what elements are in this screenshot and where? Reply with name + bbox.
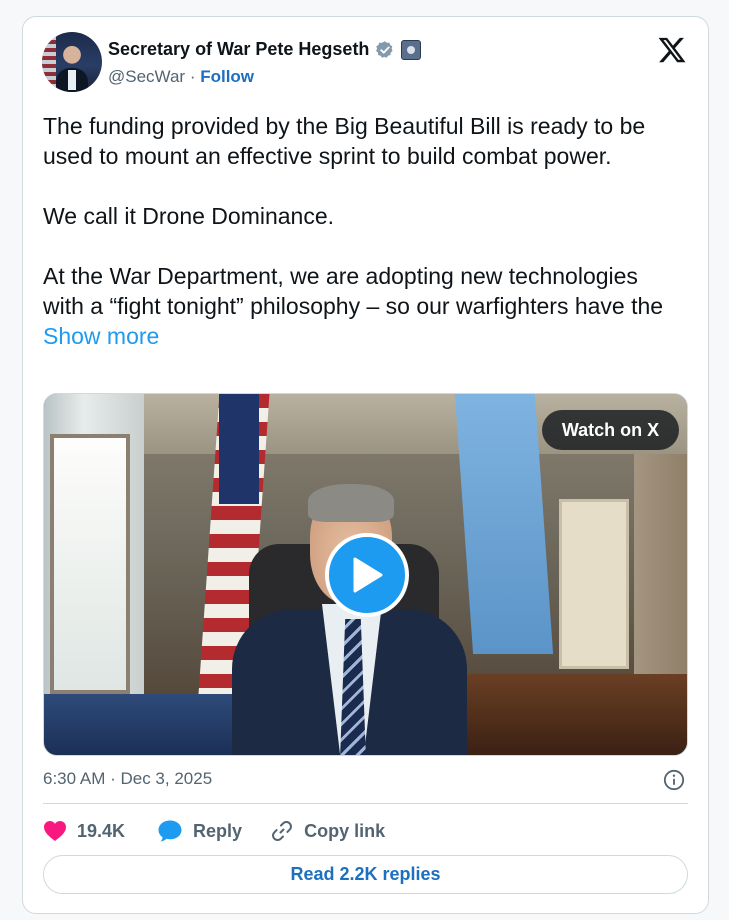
- copy-link-button[interactable]: Copy link: [270, 819, 385, 843]
- dod-seal-icon[interactable]: [401, 39, 422, 60]
- tweet-paragraph: At the War Department, we are adopting n…: [43, 261, 683, 351]
- info-icon[interactable]: [663, 769, 685, 791]
- play-icon: [353, 557, 383, 593]
- author-display-name[interactable]: Secretary of War Pete Hegseth: [108, 39, 369, 60]
- action-bar: 19.4K Reply Copy link: [43, 817, 688, 845]
- heart-icon: [44, 821, 66, 841]
- tweet-text: The funding provided by the Big Beautifu…: [43, 111, 683, 351]
- video-thumbnail[interactable]: Watch on X: [43, 393, 688, 756]
- link-icon: [272, 820, 293, 842]
- scene-window: [50, 434, 130, 694]
- tweet-paragraph: We call it Drone Dominance.: [43, 203, 335, 229]
- divider: [43, 803, 688, 804]
- reply-button[interactable]: Reply: [157, 819, 242, 843]
- reply-label: Reply: [193, 820, 243, 841]
- like-count: 19.4K: [77, 820, 126, 841]
- follow-button[interactable]: Follow: [200, 67, 254, 86]
- scene-us-flag-canton: [219, 394, 259, 504]
- author-handle[interactable]: @SecWar: [108, 67, 185, 86]
- author-name-line: Secretary of War Pete Hegseth: [108, 39, 422, 60]
- play-button[interactable]: [325, 533, 409, 617]
- watch-on-x-button[interactable]: Watch on X: [542, 410, 679, 450]
- like-button[interactable]: 19.4K: [43, 820, 125, 842]
- read-replies-button[interactable]: Read 2.2K replies: [43, 855, 688, 894]
- tweet-paragraph: The funding provided by the Big Beautifu…: [43, 113, 646, 169]
- x-logo-icon[interactable]: [657, 35, 687, 65]
- tweet-timestamp[interactable]: 6:30 AM · Dec 3, 2025: [43, 769, 212, 789]
- scene-person-hair: [308, 484, 394, 522]
- avatar-flag: [42, 32, 56, 92]
- reply-bubble-icon: [158, 820, 182, 842]
- tweet-paragraph-text: At the War Department, we are adopting n…: [43, 263, 664, 319]
- copy-link-label: Copy link: [304, 820, 386, 841]
- handle-separator: ·: [185, 67, 201, 86]
- scene-wall: [634, 454, 687, 694]
- show-more-link[interactable]: Show more: [43, 323, 159, 349]
- author-handle-line: @SecWar · Follow: [108, 67, 254, 87]
- scene-door: [559, 499, 629, 669]
- avatar-shirt: [68, 70, 76, 90]
- tweet-embed-card: Secretary of War Pete Hegseth @SecWar · …: [22, 16, 709, 914]
- author-avatar[interactable]: [42, 32, 102, 92]
- verified-badge-icon: [375, 40, 395, 60]
